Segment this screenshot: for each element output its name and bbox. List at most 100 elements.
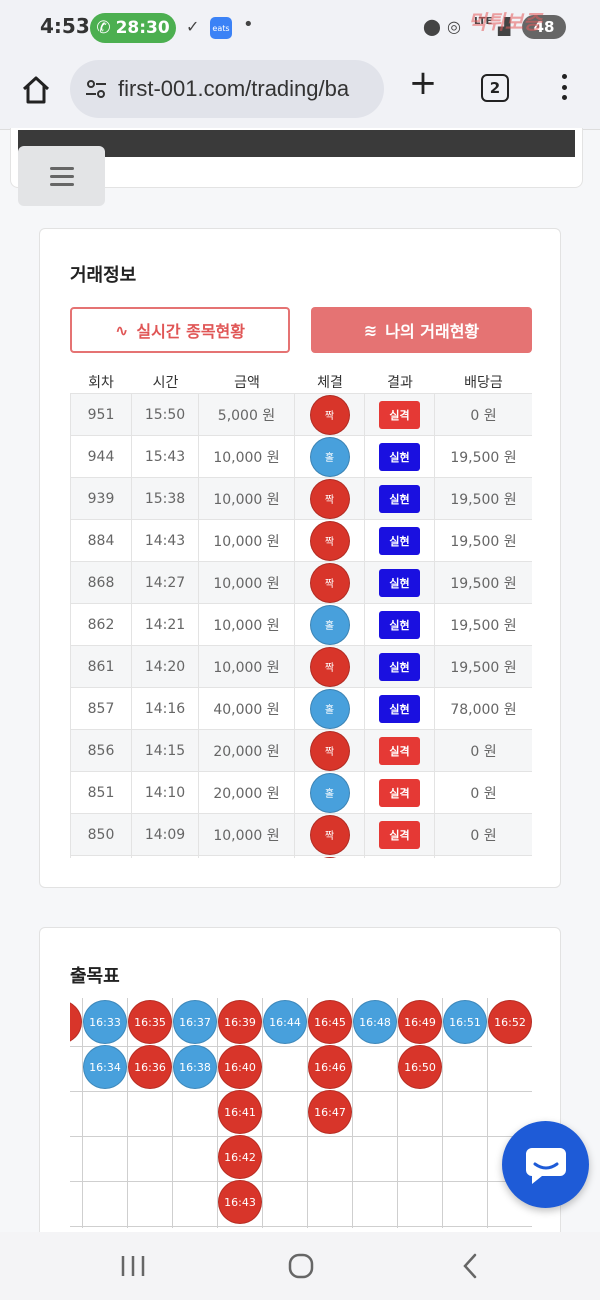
live-status-label: 실시간 종목현황 (136, 322, 246, 341)
waves-icon: ≋ (363, 320, 378, 340)
table-row[interactable]: 851 14:10 20,000 원 홀 실격 0 원 (70, 772, 532, 814)
recents-button[interactable] (113, 1250, 153, 1282)
home-icon[interactable] (20, 74, 52, 106)
chat-bubble-icon (525, 1147, 566, 1184)
result-badge: 실현 (379, 526, 420, 555)
pick-ball: 짝 (309, 478, 350, 519)
result-badge: 실현 (379, 694, 420, 723)
table-row[interactable] (70, 856, 532, 858)
amount-cell: 10,000 원 (199, 604, 295, 645)
result-badge: 실현 (379, 652, 420, 681)
new-tab-button[interactable]: + (406, 66, 440, 102)
more-menu-button[interactable] (554, 70, 574, 104)
result-ball: 16:47 (308, 1090, 352, 1134)
call-timer-chip[interactable]: ✆ 28:30 (90, 13, 176, 43)
result-cell: 실격 (365, 814, 435, 855)
result-ball: 16:51 (443, 1000, 487, 1044)
result-badge: 실격 (379, 778, 420, 807)
live-status-button[interactable]: ∿ 실시간 종목현황 (70, 307, 290, 353)
result-cell: 실현 (365, 646, 435, 687)
table-row[interactable]: 850 14:09 10,000 원 짝 실격 0 원 (70, 814, 532, 856)
time-cell: 14:10 (132, 772, 199, 813)
address-bar[interactable]: first-001.com/trading/ba (70, 60, 384, 118)
round-cell: 850 (70, 814, 132, 855)
time-cell: 14:43 (132, 520, 199, 561)
result-cell: 실현 (365, 604, 435, 645)
payout-cell: 0 원 (470, 743, 497, 760)
pick-cell: 짝 (295, 814, 365, 855)
table-row[interactable]: 857 14:16 40,000 원 홀 실현 78,000 원 (70, 688, 532, 730)
result-ball: 16:33 (83, 1000, 127, 1044)
result-ball: 16:38 (173, 1045, 217, 1089)
table-row[interactable]: 939 15:38 10,000 원 짝 실현 19,500 원 (70, 478, 532, 520)
chat-button[interactable] (502, 1121, 589, 1208)
result-grid[interactable]: 216:3316:3416:3516:3616:3716:3816:3916:4… (70, 998, 532, 1228)
result-ball: 16:37 (173, 1000, 217, 1044)
result-ball: 16:40 (218, 1045, 262, 1089)
site-settings-icon[interactable] (84, 77, 108, 101)
col-round: 회차 (88, 375, 114, 391)
result-cell: 실현 (365, 436, 435, 477)
time-cell: 15:38 (132, 478, 199, 519)
pick-ball: 홀 (309, 772, 350, 813)
dot-icon: • (243, 14, 254, 35)
back-button[interactable] (450, 1250, 490, 1282)
result-ball: 16:35 (128, 1000, 172, 1044)
amount-cell: 5,000 원 (199, 394, 295, 435)
table-row[interactable]: 944 15:43 10,000 원 홀 실현 19,500 원 (70, 436, 532, 478)
pick-ball: 홀 (309, 604, 350, 645)
pick-cell: 짝 (295, 394, 365, 435)
table-row[interactable]: 862 14:21 10,000 원 홀 실현 19,500 원 (70, 604, 532, 646)
back-icon (463, 1253, 477, 1279)
phone-icon: ✆ (96, 18, 111, 38)
payout-cell: 19,500 원 (450, 533, 517, 550)
system-nav-bar (0, 1232, 600, 1300)
pick-ball (309, 856, 350, 858)
call-timer: 28:30 (115, 18, 170, 38)
table-row[interactable]: 951 15:50 5,000 원 짝 실격 0 원 (70, 394, 532, 436)
payout-cell: 78,000 원 (450, 701, 517, 718)
result-cell: 실현 (365, 520, 435, 561)
home-nav-button[interactable] (281, 1250, 321, 1282)
table-row[interactable]: 861 14:20 10,000 원 짝 실현 19,500 원 (70, 646, 532, 688)
result-board-title: 출목표 (70, 966, 120, 987)
col-result: 결과 (387, 375, 413, 391)
table-row[interactable]: 856 14:15 20,000 원 짝 실격 0 원 (70, 730, 532, 772)
result-cell: 실현 (365, 688, 435, 729)
trade-table[interactable]: 951 15:50 5,000 원 짝 실격 0 원 944 15:43 10,000 원 홀 실현… (70, 393, 532, 858)
result-badge: 실현 (379, 568, 420, 597)
time-cell: 14:16 (132, 688, 199, 729)
round-cell: 862 (70, 604, 132, 645)
result-ball: 16:48 (353, 1000, 397, 1044)
my-trades-button[interactable]: ≋ 나의 거래현황 (311, 307, 532, 353)
amount-cell: 10,000 원 (199, 814, 295, 855)
payout-cell: 19,500 원 (450, 491, 517, 508)
tab-switcher-button[interactable]: 2 (481, 74, 509, 102)
url-text: first-001.com/trading/ba (118, 76, 350, 101)
table-row[interactable]: 884 14:43 10,000 원 짝 실현 19,500 원 (70, 520, 532, 562)
amount-cell: 10,000 원 (199, 478, 295, 519)
check-badge-icon: ✓ (186, 17, 200, 36)
result-board-card: 출목표 216:3316:3416:3516:3616:3716:3816:39… (39, 927, 561, 1247)
pick-cell: 짝 (295, 520, 365, 561)
round-cell: 944 (70, 436, 132, 477)
result-cell: 실격 (365, 394, 435, 435)
amount-cell: 10,000 원 (199, 646, 295, 687)
payout-cell: 0 원 (470, 785, 497, 802)
pick-cell: 홀 (295, 436, 365, 477)
time-cell: 14:20 (132, 646, 199, 687)
home-circle-icon (288, 1253, 314, 1279)
result-badge: 실격 (379, 736, 420, 765)
result-cell: 실격 (365, 730, 435, 771)
payout-cell: 19,500 원 (450, 575, 517, 592)
amount-cell: 20,000 원 (199, 772, 295, 813)
time-cell (132, 856, 199, 858)
pick-ball: 홀 (309, 688, 350, 729)
status-bar: 4:53 ✆ 28:30 ✓ eats • ⬤ ◎ LTE ▟ 48 먹튀보증 (0, 0, 600, 56)
table-header: 회차 시간 금액 체결 결과 배당금 (70, 369, 532, 395)
result-ball: 2 (70, 1000, 82, 1044)
hamburger-menu-button[interactable] (18, 146, 105, 206)
amount-cell (199, 856, 295, 858)
table-row[interactable]: 868 14:27 10,000 원 짝 실현 19,500 원 (70, 562, 532, 604)
payout-cell: 0 원 (470, 827, 497, 844)
